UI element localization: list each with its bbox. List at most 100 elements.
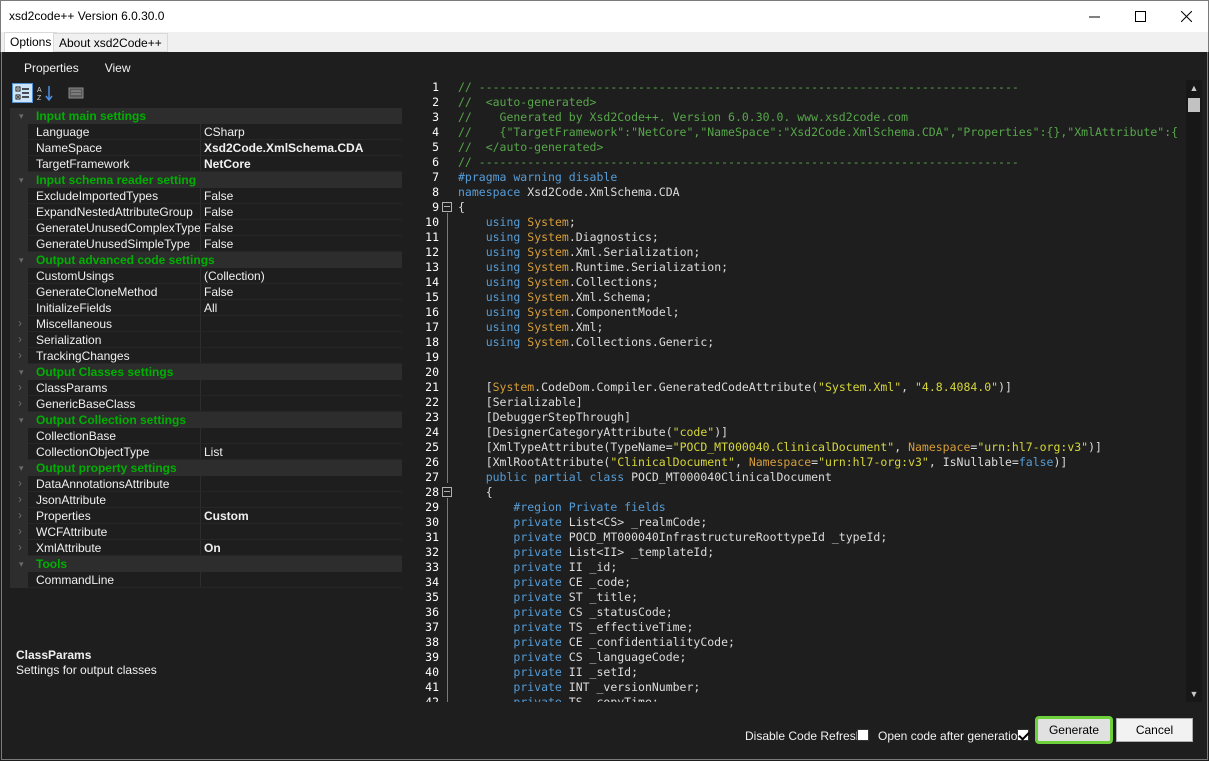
property-row[interactable]: ExpandNestedAttributeGroup False bbox=[10, 204, 402, 220]
scroll-down-icon[interactable]: ▼ bbox=[1186, 686, 1202, 702]
column-separator[interactable] bbox=[200, 220, 201, 236]
property-row[interactable]: TargetFramework NetCore bbox=[10, 156, 402, 172]
property-row[interactable]: › ClassParams bbox=[10, 380, 402, 396]
collapse-chevron-icon[interactable]: ▾ bbox=[19, 111, 24, 122]
property-row[interactable]: CustomUsings (Collection) bbox=[10, 268, 402, 284]
column-separator[interactable] bbox=[200, 380, 201, 396]
column-separator[interactable] bbox=[200, 236, 201, 252]
expand-chevron-icon[interactable]: › bbox=[18, 316, 22, 330]
column-separator[interactable] bbox=[200, 508, 201, 524]
column-separator[interactable] bbox=[200, 476, 201, 492]
collapse-chevron-icon[interactable]: ▾ bbox=[19, 367, 24, 378]
category-row[interactable]: ▾ Output Collection settings bbox=[10, 412, 402, 428]
column-separator[interactable] bbox=[200, 300, 201, 316]
tab-about[interactable]: About xsd2Code++ bbox=[53, 33, 168, 52]
collapse-chevron-icon[interactable]: ▾ bbox=[19, 175, 24, 186]
alphabetical-button[interactable]: A Z bbox=[35, 83, 56, 103]
column-separator[interactable] bbox=[200, 492, 201, 508]
expand-chevron-icon[interactable]: › bbox=[18, 540, 22, 554]
expand-chevron-icon[interactable]: › bbox=[18, 492, 22, 506]
expand-chevron-icon[interactable]: › bbox=[18, 524, 22, 538]
editor-vertical-scrollbar[interactable]: ▲ ▼ bbox=[1186, 80, 1202, 702]
column-separator[interactable] bbox=[200, 444, 201, 460]
column-separator[interactable] bbox=[200, 204, 201, 220]
property-value[interactable]: NetCore bbox=[204, 157, 251, 171]
scroll-thumb[interactable] bbox=[1188, 98, 1200, 112]
column-separator[interactable] bbox=[200, 396, 201, 412]
property-row[interactable]: › WCFAttribute bbox=[10, 524, 402, 540]
property-value[interactable]: List bbox=[204, 445, 223, 459]
property-row[interactable]: › GenericBaseClass bbox=[10, 396, 402, 412]
column-separator[interactable] bbox=[200, 348, 201, 364]
scroll-up-icon[interactable]: ▲ bbox=[1186, 80, 1202, 96]
property-row[interactable]: ExcludeImportedTypes False bbox=[10, 188, 402, 204]
category-row[interactable]: ▾ Input main settings bbox=[10, 108, 402, 124]
generate-button[interactable]: Generate bbox=[1035, 716, 1113, 744]
property-value[interactable]: False bbox=[204, 189, 233, 203]
property-value[interactable]: On bbox=[204, 541, 221, 555]
property-row[interactable]: NameSpace Xsd2Code.XmlSchema.CDA bbox=[10, 140, 402, 156]
expand-chevron-icon[interactable]: › bbox=[18, 508, 22, 522]
property-row[interactable]: GenerateCloneMethod False bbox=[10, 284, 402, 300]
column-separator[interactable] bbox=[200, 268, 201, 284]
disable-refresh-checkbox[interactable] bbox=[857, 729, 869, 741]
property-row[interactable]: › JsonAttribute bbox=[10, 492, 402, 508]
property-value[interactable]: False bbox=[204, 285, 233, 299]
column-separator[interactable] bbox=[200, 316, 201, 332]
property-value[interactable]: Custom bbox=[204, 509, 249, 523]
expand-chevron-icon[interactable]: › bbox=[18, 380, 22, 394]
property-row[interactable]: CollectionObjectType List bbox=[10, 444, 402, 460]
property-row[interactable]: › TrackingChanges bbox=[10, 348, 402, 364]
property-row[interactable]: › DataAnnotationsAttribute bbox=[10, 476, 402, 492]
category-row[interactable]: ▾ Input schema reader setting bbox=[10, 172, 402, 188]
expand-chevron-icon[interactable]: › bbox=[18, 396, 22, 410]
column-separator[interactable] bbox=[200, 124, 201, 140]
property-row[interactable]: › Properties Custom bbox=[10, 508, 402, 524]
property-value[interactable]: False bbox=[204, 205, 233, 219]
code-editor[interactable]: 1 2 3 4 5 6 7 8 9 10 11 12 13 14 15 16 17 18 19 20 21 22 23 24 2… bbox=[405, 80, 1196, 702]
column-separator[interactable] bbox=[200, 428, 201, 444]
fold-toggle-namespace[interactable] bbox=[442, 202, 452, 212]
property-row[interactable]: › Miscellaneous bbox=[10, 316, 402, 332]
menu-properties[interactable]: Properties bbox=[14, 59, 79, 75]
category-row[interactable]: ▾ Output advanced code settings bbox=[10, 252, 402, 268]
collapse-chevron-icon[interactable]: ▾ bbox=[19, 463, 24, 474]
minimize-button[interactable] bbox=[1071, 1, 1117, 32]
property-row[interactable]: CollectionBase bbox=[10, 428, 402, 444]
expand-chevron-icon[interactable]: › bbox=[18, 348, 22, 362]
category-row[interactable]: ▾ Tools bbox=[10, 556, 402, 572]
property-value[interactable]: All bbox=[204, 301, 217, 315]
property-row[interactable]: InitializeFields All bbox=[10, 300, 402, 316]
property-row[interactable]: Language CSharp bbox=[10, 124, 402, 140]
property-value[interactable]: CSharp bbox=[204, 125, 245, 139]
fold-toggle-class[interactable] bbox=[442, 487, 452, 497]
property-row[interactable]: GenerateUnusedComplexType False bbox=[10, 220, 402, 236]
property-value[interactable]: False bbox=[204, 221, 233, 235]
column-separator[interactable] bbox=[200, 572, 201, 588]
category-row[interactable]: ▾ Output property settings bbox=[10, 460, 402, 476]
property-value[interactable]: (Collection) bbox=[204, 269, 265, 283]
column-separator[interactable] bbox=[200, 332, 201, 348]
column-separator[interactable] bbox=[200, 540, 201, 556]
open-code-checkbox[interactable] bbox=[1017, 729, 1029, 741]
property-value[interactable]: False bbox=[204, 237, 233, 251]
expand-chevron-icon[interactable]: › bbox=[18, 332, 22, 346]
collapse-chevron-icon[interactable]: ▾ bbox=[19, 255, 24, 266]
tab-options[interactable]: Options bbox=[4, 32, 58, 52]
property-value[interactable]: Xsd2Code.XmlSchema.CDA bbox=[204, 141, 363, 155]
column-separator[interactable] bbox=[200, 188, 201, 204]
property-row[interactable]: GenerateUnusedSimpleType False bbox=[10, 236, 402, 252]
column-separator[interactable] bbox=[200, 140, 201, 156]
maximize-button[interactable] bbox=[1117, 1, 1163, 32]
expand-chevron-icon[interactable]: › bbox=[18, 476, 22, 490]
column-separator[interactable] bbox=[200, 284, 201, 300]
property-row[interactable]: › XmlAttribute On bbox=[10, 540, 402, 556]
property-row[interactable]: › Serialization bbox=[10, 332, 402, 348]
close-button[interactable] bbox=[1163, 1, 1209, 32]
menu-view[interactable]: View bbox=[95, 59, 131, 75]
categorized-button[interactable] bbox=[12, 83, 33, 103]
property-pages-button[interactable] bbox=[65, 83, 86, 103]
collapse-chevron-icon[interactable]: ▾ bbox=[19, 415, 24, 426]
column-separator[interactable] bbox=[200, 524, 201, 540]
cancel-button[interactable]: Cancel bbox=[1116, 718, 1193, 742]
